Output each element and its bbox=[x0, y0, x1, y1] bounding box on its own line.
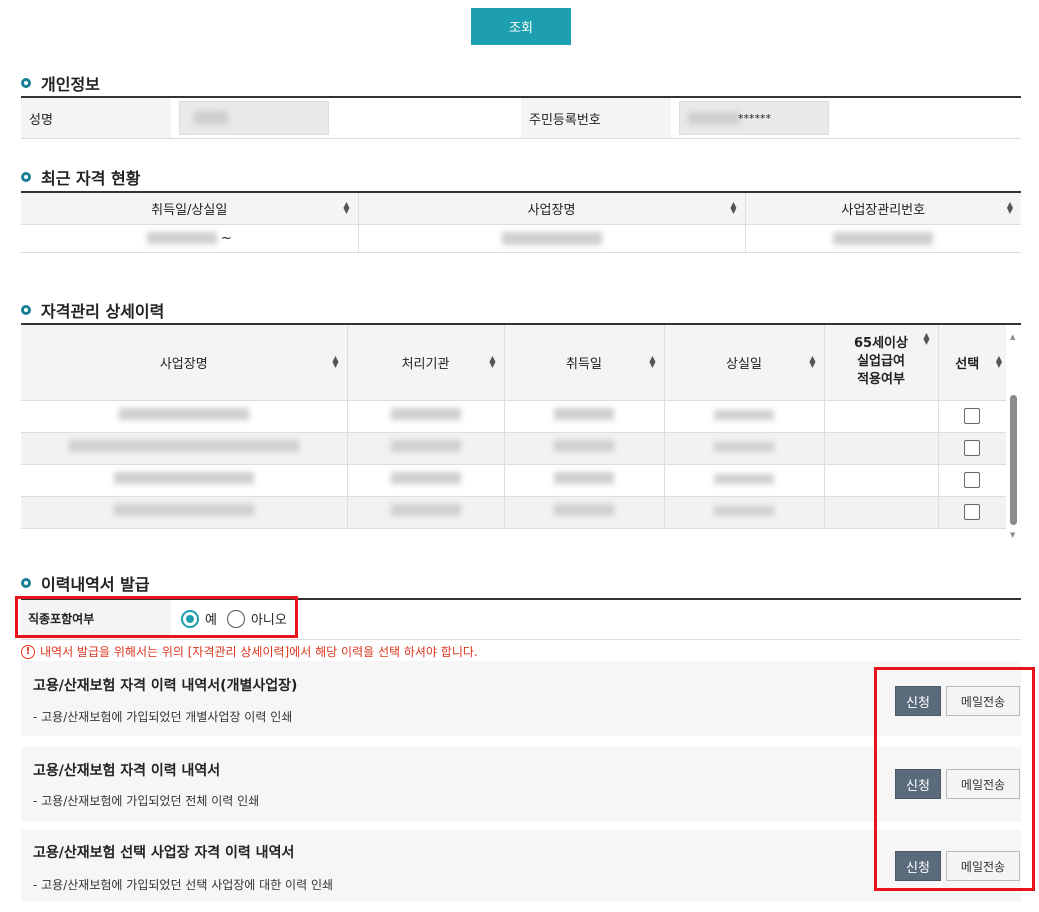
notice-message: ! 내역서 발급을 위해서는 위의 [자격관리 상세이력]에서 해당 이력을 선… bbox=[21, 643, 478, 660]
column-header[interactable]: 사업장관리번호 ▲ ▼ bbox=[745, 193, 1021, 225]
table-row bbox=[21, 464, 1006, 497]
bullet-icon bbox=[21, 78, 31, 88]
doc-item: 고용/산재보험 자격 이력 내역서(개별사업장) - 고용/산재보험에 가입되었… bbox=[21, 661, 1021, 736]
history-scrollbar[interactable]: ▲ ▼ bbox=[1006, 329, 1021, 543]
row-checkbox[interactable] bbox=[964, 472, 981, 488]
apply-button[interactable]: 신청 bbox=[895, 686, 941, 716]
sort-icon: ▲ ▼ bbox=[809, 354, 816, 370]
sort-icon: ▲ ▼ bbox=[489, 354, 496, 370]
column-header[interactable]: 취득일/상실일 ▲ ▼ bbox=[21, 193, 359, 225]
table-row bbox=[21, 400, 1006, 433]
section-title-history: 자격관리 상세이력 bbox=[21, 298, 164, 322]
row-checkbox[interactable] bbox=[964, 504, 981, 520]
column-header[interactable]: 사업장명 ▲ ▼ bbox=[21, 325, 348, 401]
section-title-issuance: 이력내역서 발급 bbox=[21, 571, 150, 595]
mail-send-button[interactable]: 메일전송 bbox=[946, 769, 1020, 799]
rrn-label: 주민등록번호 bbox=[521, 98, 671, 138]
scroll-down-icon[interactable]: ▼ bbox=[1010, 531, 1015, 539]
column-header[interactable]: 65세이상 실업급여 적용여부 ▲ ▼ bbox=[824, 325, 939, 401]
row-checkbox[interactable] bbox=[964, 440, 981, 456]
row-checkbox[interactable] bbox=[964, 408, 981, 424]
sort-icon: ▲ ▼ bbox=[923, 331, 930, 346]
doc-item: 고용/산재보험 자격 이력 내역서 - 고용/산재보험에 가입되었던 전체 이력… bbox=[21, 747, 1021, 822]
sort-icon[interactable]: ▲ ▼ bbox=[343, 201, 349, 215]
sort-icon: ▲ ▼ bbox=[995, 354, 1002, 370]
job-include-label: 직종포함여부 bbox=[28, 612, 95, 626]
section-title-recent-status: 최근 자격 현황 bbox=[21, 165, 140, 189]
name-field bbox=[179, 101, 329, 135]
table-row bbox=[21, 496, 1006, 529]
table-row bbox=[21, 432, 1006, 465]
column-header[interactable]: 처리기관 ▲ ▼ bbox=[347, 325, 505, 401]
column-header[interactable]: 취득일 ▲ ▼ bbox=[504, 325, 665, 401]
apply-button[interactable]: 신청 bbox=[895, 851, 941, 881]
mail-send-button[interactable]: 메일전송 bbox=[946, 686, 1020, 716]
personal-info-row: 성명 주민등록번호 ****** bbox=[21, 98, 1021, 139]
name-label: 성명 bbox=[21, 98, 171, 138]
warning-icon: ! bbox=[21, 644, 35, 659]
rrn-field: ****** bbox=[679, 101, 829, 135]
doc-item: 고용/산재보험 선택 사업장 자격 이력 내역서 - 고용/산재보험에 가입되었… bbox=[21, 830, 1021, 902]
sort-icon: ▲ ▼ bbox=[332, 354, 339, 370]
bullet-icon bbox=[21, 578, 31, 588]
recent-status-table: 취득일/상실일 ▲ ▼ 사업장명 ▲ ▼ 사업장관리번호 ▲ ▼ ~ bbox=[21, 193, 1021, 253]
table-row: ~ bbox=[21, 224, 1021, 253]
scroll-up-icon[interactable]: ▲ bbox=[1010, 333, 1015, 341]
mail-send-button[interactable]: 메일전송 bbox=[946, 851, 1020, 881]
sort-icon: ▲ ▼ bbox=[649, 354, 656, 370]
apply-button[interactable]: 신청 bbox=[895, 769, 941, 799]
scroll-thumb[interactable] bbox=[1010, 395, 1017, 525]
section-title-personal-info: 개인정보 bbox=[21, 71, 100, 95]
search-button[interactable]: 조회 bbox=[471, 8, 571, 45]
radio-yes[interactable] bbox=[181, 609, 199, 628]
radio-no[interactable] bbox=[226, 609, 245, 628]
highlight-box: 직종포함여부 예 아니오 bbox=[15, 596, 298, 638]
bullet-icon bbox=[21, 305, 31, 315]
bullet-icon bbox=[21, 172, 31, 182]
column-header[interactable]: 상실일 ▲ ▼ bbox=[664, 325, 825, 401]
column-header[interactable]: 사업장명 ▲ ▼ bbox=[358, 193, 746, 225]
sort-icon[interactable]: ▲ ▼ bbox=[730, 201, 736, 215]
sort-icon[interactable]: ▲ ▼ bbox=[1007, 201, 1013, 215]
column-header[interactable]: 선택 ▲ ▼ bbox=[938, 325, 1006, 401]
history-table: 사업장명 ▲ ▼ 처리기관 ▲ ▼ 취득일 ▲ ▼ 상실일 ▲ ▼ 65세이상 실업급여 적용여… bbox=[21, 325, 1006, 529]
